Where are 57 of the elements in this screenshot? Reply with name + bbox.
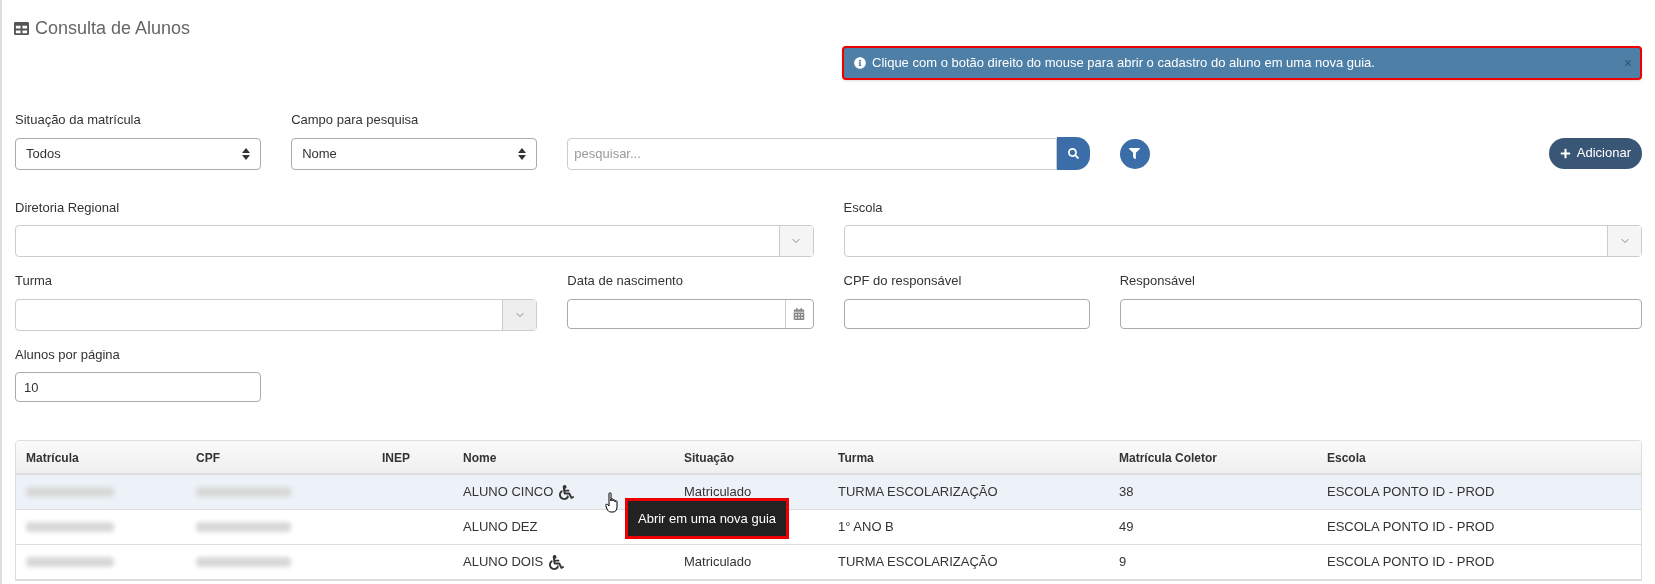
field-label: CPF do responsável xyxy=(843,272,963,290)
column-header: Nome xyxy=(463,451,497,465)
table-cell: Matriculado xyxy=(684,484,752,500)
column-header: Escola xyxy=(1327,451,1366,465)
input-field[interactable] xyxy=(1119,298,1642,329)
date-field[interactable] xyxy=(567,298,814,329)
page-title: Consulta de Alunos xyxy=(35,17,191,40)
plus-icon xyxy=(1559,147,1571,159)
add-button[interactable]: Adicionar xyxy=(1548,137,1642,169)
field-label: Escola xyxy=(843,198,884,217)
column-header: INEP xyxy=(382,451,410,465)
tooltip: Abrir em uma nova guia xyxy=(625,498,789,539)
table-cell: ESCOLA PONTO ID - PROD xyxy=(1327,519,1495,535)
input-field[interactable]: 10 xyxy=(15,372,262,402)
select-field[interactable]: Nome xyxy=(291,137,538,170)
table-cell-text: ALUNO CINCO xyxy=(463,483,554,502)
field-label: Situação da matrícula xyxy=(15,111,142,129)
info-icon xyxy=(854,57,866,69)
table-cell-text: ALUNO DOIS xyxy=(463,553,544,572)
column-header: Matrícula xyxy=(26,451,79,465)
table-cell-text: ALUNO DEZ xyxy=(463,518,538,537)
dropdown-field[interactable] xyxy=(843,225,1642,257)
table-cell: ESCOLA PONTO ID - PROD xyxy=(1327,554,1495,570)
filter-icon xyxy=(1129,148,1141,159)
search-icon xyxy=(1067,147,1079,159)
dropdown-field[interactable] xyxy=(15,225,814,257)
table-cell: ESCOLA PONTO ID - PROD xyxy=(1327,484,1495,500)
table-cell: 1° ANO B xyxy=(838,519,894,535)
sort-arrows-icon xyxy=(518,147,527,160)
filter-button[interactable] xyxy=(1119,138,1150,169)
alert-text: Clique com o botão direito do mouse para abrir o cadastro do aluno em uma nova guia. xyxy=(872,54,1376,73)
table-cell: Matriculado xyxy=(684,554,752,570)
field-label: Campo para pesquisa xyxy=(291,111,420,129)
table-row[interactable]: ALUNO CINCO Matriculado TURMA ESCOLARIZAÇÃO 38 ESCOLA PONTO ID - PROD xyxy=(16,475,1641,510)
field-label: Data de nascimento xyxy=(567,272,684,290)
select-field[interactable]: Todos xyxy=(15,137,262,170)
field-label: Turma xyxy=(15,272,54,290)
table-cell: 38 xyxy=(1119,484,1134,500)
table-cell: TURMA ESCOLARIZAÇÃO xyxy=(838,554,998,570)
table-cell: 49 xyxy=(1119,519,1134,535)
column-header: CPF xyxy=(196,451,220,465)
table-icon xyxy=(14,21,29,36)
dropdown-field[interactable] xyxy=(15,298,538,331)
field-label: Responsável xyxy=(1119,272,1196,290)
column-header: Turma xyxy=(838,451,874,465)
column-header: Situação xyxy=(684,451,734,465)
sort-arrows-icon xyxy=(242,147,251,160)
table-cell: 9 xyxy=(1119,554,1127,570)
column-header: Matrícula Coletor xyxy=(1119,451,1217,465)
search-field[interactable]: pesquisar... xyxy=(567,137,1057,170)
field-label: Diretoria Regional xyxy=(15,198,121,217)
calendar-icon xyxy=(793,307,805,320)
field-label: Alunos por página xyxy=(15,345,121,364)
search-button[interactable] xyxy=(1056,136,1090,170)
hand-cursor-icon xyxy=(605,492,620,513)
input-field[interactable] xyxy=(843,298,1090,329)
table-cell: TURMA ESCOLARIZAÇÃO xyxy=(838,484,998,500)
